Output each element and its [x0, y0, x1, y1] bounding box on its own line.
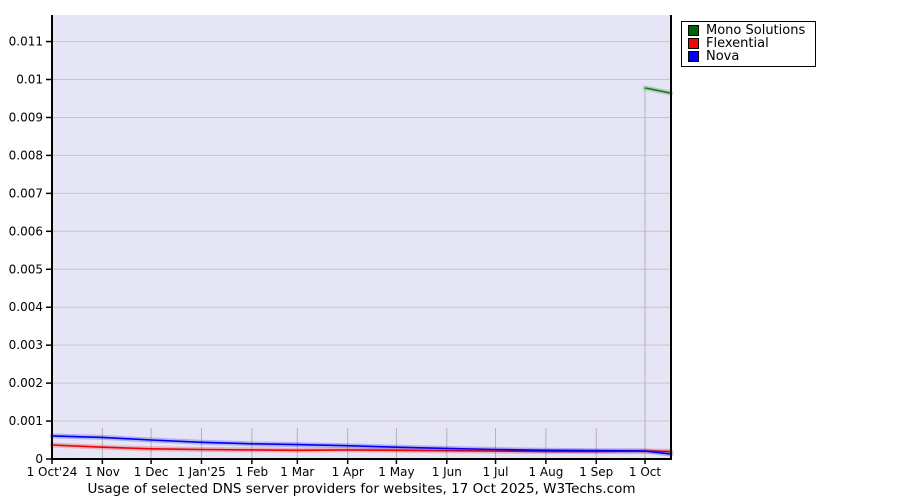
y-tick-label: 0.006: [9, 224, 43, 238]
x-tick-label: 1 Dec: [134, 465, 169, 479]
x-tick-label: 1 Jul: [483, 465, 509, 479]
legend-swatch-icon: [688, 25, 699, 36]
y-tick-label: 0.01: [16, 73, 43, 87]
x-tick-label: 1 Jun: [432, 465, 462, 479]
legend-swatch-icon: [688, 51, 699, 62]
y-tick-label: 0.008: [9, 148, 43, 162]
legend-swatch-icon: [688, 38, 699, 49]
x-tick-label: 1 Sep: [579, 465, 613, 479]
w3techs-chart-figure: 0 0.001 0.002 0.003 0.004 0.005 0.006 0.007 0.00…: [0, 0, 900, 500]
legend-item: Nova: [688, 50, 805, 63]
y-tick-label: 0.002: [9, 376, 43, 390]
y-tick-label: 0.011: [9, 35, 43, 49]
x-tick-label: 1 Oct: [629, 465, 661, 479]
y-tick-label: 0.003: [9, 338, 43, 352]
plot-background: [52, 15, 671, 459]
x-tick-label: 1 Jan'25: [177, 465, 226, 479]
y-tick-label: 0.007: [9, 186, 43, 200]
y-tick-label: 0.001: [9, 414, 43, 428]
y-tick-label: 0: [35, 452, 43, 466]
legend-label: Nova: [706, 49, 740, 64]
y-tick-label: 0.009: [9, 110, 43, 124]
x-tick-label: 1 Feb: [235, 465, 268, 479]
y-tick-label: 0.005: [9, 262, 43, 276]
x-tick-label: 1 Aug: [528, 465, 563, 479]
legend: Mono Solutions Flexential Nova: [681, 21, 817, 67]
x-tick-label: 1 Apr: [332, 465, 364, 479]
chart-title: Usage of selected DNS server providers f…: [87, 481, 636, 497]
x-tick-label: 1 Nov: [85, 465, 120, 479]
x-tick-label: 1 May: [378, 465, 414, 479]
x-tick-label: 1 Oct'24: [27, 465, 78, 479]
chart-canvas: 0 0.001 0.002 0.003 0.004 0.005 0.006 0.007 0.00…: [9, 15, 674, 479]
y-tick-label: 0.004: [9, 300, 43, 314]
x-tick-label: 1 Mar: [280, 465, 314, 479]
